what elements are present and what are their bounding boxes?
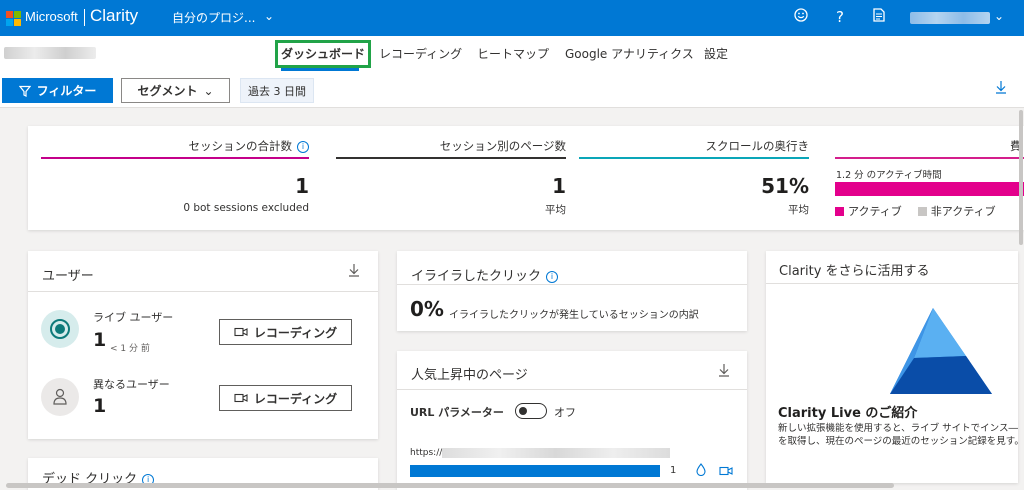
- download-icon[interactable]: [718, 363, 730, 381]
- tab-google-analytics[interactable]: Google アナリティクス: [565, 45, 694, 62]
- trending-pages-card: 人気上昇中のページ URL パラメーター オフ https:// 1: [397, 351, 747, 490]
- account-name[interactable]: [910, 12, 990, 24]
- product-name[interactable]: Clarity: [90, 6, 138, 26]
- card-divider: [28, 291, 378, 292]
- legend-label-active: アクティブ: [848, 205, 902, 218]
- metric-value: 1: [295, 174, 309, 198]
- rage-clicks-value: 0%: [410, 297, 444, 321]
- segment-button[interactable]: セグメント ⌄: [121, 78, 230, 103]
- date-range-chip[interactable]: 過去 3 日間: [240, 78, 314, 103]
- metric-sub: 平均: [545, 204, 566, 216]
- live-users-label: ライブ ユーザー: [93, 311, 174, 324]
- top-bar: Microsoft Clarity 自分のプロジ... ⌄ ? ⌄: [0, 0, 1024, 36]
- microsoft-logo-icon: [6, 11, 21, 26]
- metric-sub: 0 bot sessions excluded: [183, 202, 309, 214]
- page-url[interactable]: [442, 448, 670, 458]
- live-user-icon: [41, 310, 79, 348]
- chevron-down-icon[interactable]: ⌄: [264, 9, 274, 23]
- url-param-toggle[interactable]: [515, 403, 547, 419]
- segment-button-label: セグメント: [137, 84, 198, 98]
- metric-accent-line: [579, 157, 809, 159]
- legend-label-inactive: 非アクティブ: [930, 205, 996, 218]
- recording-button-label: レコーディング: [253, 391, 338, 406]
- metric-title: セッション別のページ数: [439, 139, 566, 153]
- download-icon[interactable]: [348, 263, 360, 281]
- brand-name[interactable]: Microsoft: [25, 9, 78, 24]
- live-users-ago: < 1 分 前: [110, 344, 150, 354]
- metric-value: 51%: [761, 174, 809, 198]
- legend-swatch-inactive: [917, 206, 927, 216]
- url-prefix: https://: [410, 448, 443, 458]
- tab-recordings[interactable]: レコーディング: [379, 45, 462, 62]
- tab-settings[interactable]: 設定: [704, 45, 728, 62]
- distinct-users-count: 1: [93, 395, 107, 417]
- chevron-down-icon: ⌄: [203, 83, 214, 98]
- distinct-recording-button[interactable]: レコーディング: [219, 385, 352, 411]
- rage-clicks-card: イライラしたクリック i 0% イライラしたクリックが発生しているセッションの内訳: [397, 251, 747, 331]
- funnel-icon: [18, 85, 31, 97]
- page-url-bar: [410, 465, 660, 477]
- metric-sub: 平均: [788, 204, 809, 216]
- promo-card: Clarity をさらに活用する Clarity Live のご紹介 新しい拡張…: [766, 251, 1018, 483]
- card-divider: [397, 284, 747, 285]
- project-selector[interactable]: 自分のプロジ...: [172, 9, 255, 26]
- site-name: [4, 47, 96, 59]
- active-tab-indicator: [281, 68, 359, 71]
- vertical-scrollbar[interactable]: [1019, 110, 1023, 245]
- active-time-bar: [835, 182, 1024, 196]
- summary-card: セッションの合計数 i 1 0 bot sessions excluded セッシ…: [28, 126, 1024, 230]
- rage-clicks-description: イライラしたクリックが発生しているセッションの内訳: [449, 310, 699, 321]
- tab-dashboard[interactable]: ダッシュボード: [281, 45, 365, 62]
- users-card: ユーザー ライブ ユーザー 1 < 1 分 前 レコーディング 異なるユーザー …: [28, 251, 378, 439]
- recording-button-label: レコーディング: [253, 325, 338, 340]
- filter-button[interactable]: フィルター: [2, 78, 113, 103]
- metric-sessions: セッションの合計数 i 1 0 bot sessions excluded: [41, 126, 309, 230]
- card-divider: [766, 283, 1018, 284]
- metric-accent-line: [835, 157, 1024, 159]
- metric-value: 1: [552, 174, 566, 198]
- url-param-label: URL パラメーター: [410, 406, 504, 419]
- metric-title: セッションの合計数 i: [189, 138, 309, 154]
- video-camera-icon: [234, 393, 248, 403]
- metric-scroll-depth: スクロールの奥行き 51% 平均: [579, 126, 809, 230]
- card-title: イライラしたクリック i: [411, 265, 559, 284]
- live-recording-button[interactable]: レコーディング: [219, 319, 352, 345]
- account-chevron-down-icon[interactable]: ⌄: [994, 9, 1004, 23]
- download-icon[interactable]: [995, 80, 1007, 98]
- filter-row: フィルター セグメント ⌄ 過去 3 日間: [0, 72, 1024, 108]
- video-camera-icon: [234, 327, 248, 337]
- help-icon[interactable]: ?: [830, 8, 850, 26]
- active-time-legend: アクティブ 非アクティブ: [835, 203, 996, 219]
- person-icon: [41, 378, 79, 416]
- live-users-count: 1: [93, 329, 107, 351]
- promo-body: 新しい拡張機能を使用すると、ライブ サイトでインス―プを取得し、現在のページの最…: [778, 423, 1018, 447]
- card-title: Clarity をさらに活用する: [779, 264, 930, 279]
- metric-accent-line: [336, 157, 566, 159]
- document-icon[interactable]: [869, 8, 889, 26]
- info-icon[interactable]: i: [546, 270, 559, 283]
- legend-swatch-active: [835, 206, 844, 216]
- tab-row: ダッシュボード レコーディング ヒートマップ Google アナリティクス 設定: [0, 36, 1024, 72]
- promo-headline: Clarity Live のご紹介: [778, 406, 918, 421]
- info-icon[interactable]: i: [297, 140, 309, 153]
- distinct-users-label: 異なるユーザー: [93, 378, 170, 391]
- metric-title: スクロールの奥行き: [705, 139, 810, 153]
- filter-button-label: フィルター: [36, 84, 97, 98]
- page-url-count: 1: [670, 465, 677, 476]
- card-divider: [397, 389, 747, 390]
- brand-separator: [84, 9, 85, 26]
- metric-pages-per-session: セッション別のページ数 1 平均: [336, 126, 566, 230]
- video-camera-icon[interactable]: [719, 465, 733, 479]
- card-title: ユーザー: [42, 269, 94, 284]
- metric-accent-line: [41, 157, 309, 159]
- smiley-icon[interactable]: [791, 8, 811, 26]
- tab-heatmaps[interactable]: ヒートマップ: [477, 45, 549, 62]
- horizontal-scrollbar[interactable]: [6, 483, 894, 488]
- heatmap-icon[interactable]: [696, 463, 706, 479]
- toggle-state-label: オフ: [554, 406, 576, 419]
- card-title: 人気上昇中のページ: [411, 368, 528, 383]
- clarity-logo-icon: [890, 308, 992, 394]
- active-time-caption: 1.2 分 のアクティブ時間: [836, 170, 942, 181]
